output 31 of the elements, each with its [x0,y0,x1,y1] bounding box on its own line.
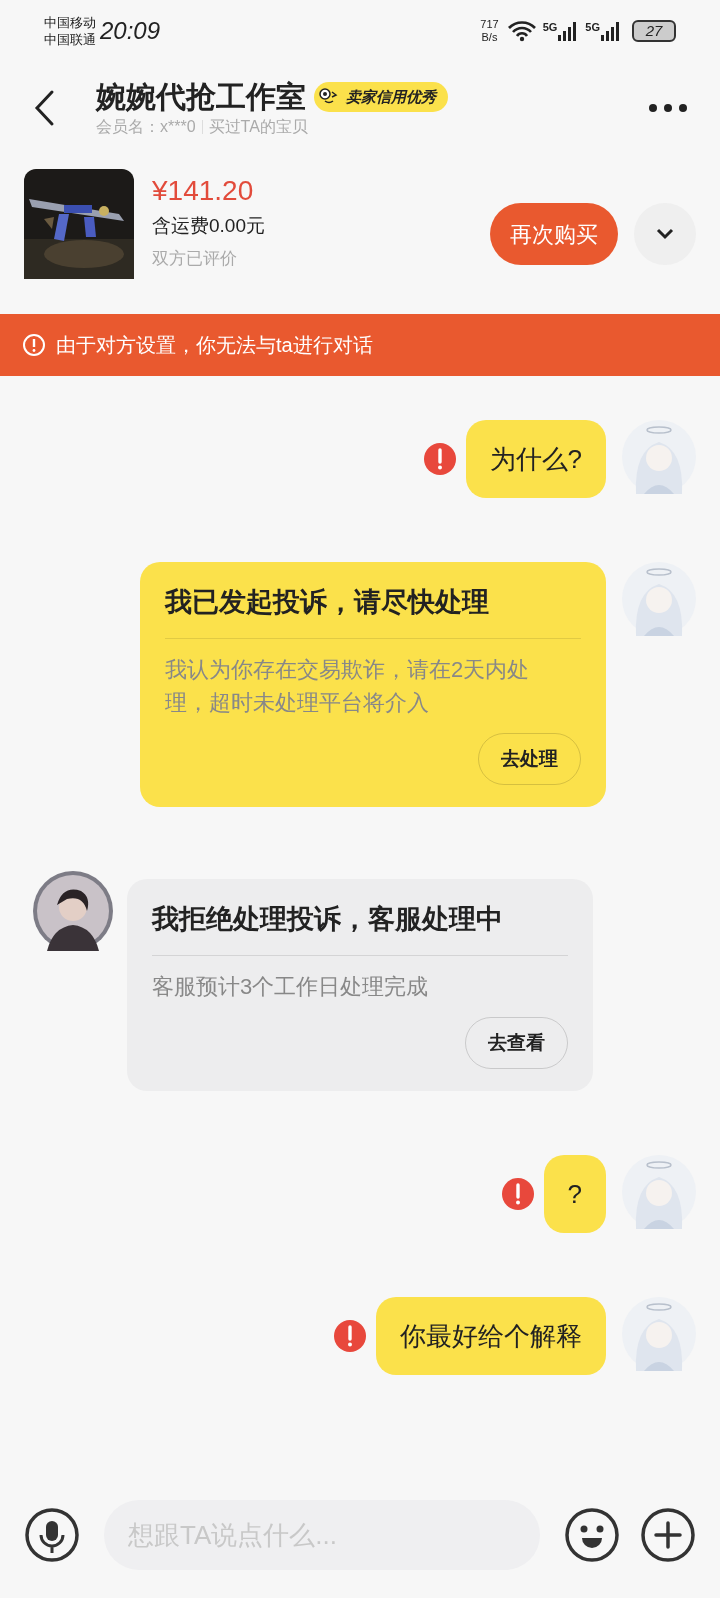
message-bubble: ? [543,1155,606,1233]
signal-icon [600,21,622,41]
network-speed: B/s [481,31,498,44]
card-body: 客服预计3个工作日处理完成 [152,973,430,1001]
notice-text: 由于对方设置，你无法与ta进行对话 [56,333,373,358]
card-body: 我认为你存在交易欺诈，请在2天内处理，超时未处理平台将介入 [165,656,531,717]
network-speed: 717 [480,18,499,31]
emoji-button[interactable] [564,1507,620,1563]
carrier-label: 中国移动 [44,14,96,31]
chevron-down-icon [655,228,675,240]
card-title: 我拒绝处理投诉，客服处理中 [152,901,568,956]
microphone-button[interactable] [24,1507,80,1563]
review-status: 双方已评价 [152,248,238,270]
card-title: 我已发起投诉，请尽快处理 [165,584,581,639]
more-icon [648,103,688,113]
battery-icon: 27 [632,20,676,42]
member-name: 会员名：x***0 [96,117,196,137]
message-bubble: 你最好给个解释 [376,1297,606,1375]
network-type: 5G [542,21,558,33]
wifi-icon [506,20,537,42]
buy-again-button[interactable]: 再次购买 [490,203,618,265]
price: ¥141.20 [152,174,255,208]
warning-icon [22,333,46,357]
message-bubble: 为什么? [465,420,606,498]
add-button[interactable] [640,1507,696,1563]
seller-rating-badge: 卖家信用优秀 [314,82,448,112]
shipping-fee: 含运费0.00元 [152,214,265,238]
clock-time: 20:09 [100,16,161,46]
shop-name: 婉婉代抢工作室 [96,79,306,115]
carrier-label: 中国联通 [44,31,96,48]
network-type: 5G [585,21,600,33]
